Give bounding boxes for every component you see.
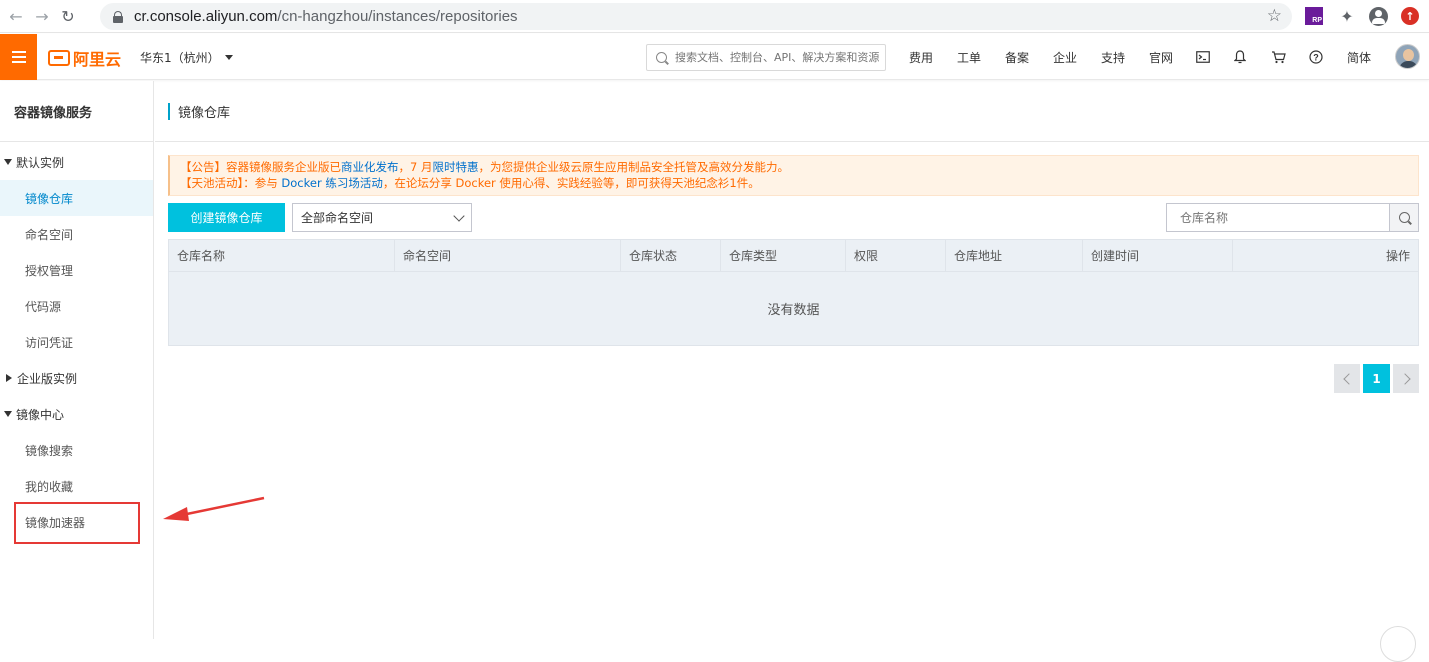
chevron-down-icon — [453, 210, 465, 222]
notice-text: ，7 月 — [398, 160, 433, 174]
sidebar-item-namespaces[interactable]: 命名空间 — [0, 216, 153, 252]
bookmark-star-icon[interactable]: ☆ — [1267, 6, 1282, 26]
page-title: 镜像仓库 — [178, 106, 231, 121]
notice-text: 【公告】容器镜像服务企业版已 — [180, 160, 341, 174]
sidebar-item-favorites[interactable]: 我的收藏 — [0, 468, 153, 504]
sidebar-item-image-search[interactable]: 镜像搜索 — [0, 432, 153, 468]
chevron-right-icon — [1398, 372, 1411, 385]
notice-text: 【天池活动】：参与 — [180, 176, 282, 190]
browser-update-icon[interactable]: ↑ — [1400, 6, 1420, 26]
extension-rp-icon[interactable]: RP — [1304, 6, 1324, 26]
sidebar-group-default-instance[interactable]: 默认实例 — [0, 144, 153, 180]
aliyun-logo[interactable]: 阿里云 — [48, 46, 121, 70]
sidebar-group-enterprise-instance[interactable]: 企业版实例 — [0, 360, 153, 396]
page-header: 镜像仓库 — [155, 81, 1429, 142]
caret-down-icon — [4, 159, 12, 165]
chevron-left-icon — [1342, 372, 1355, 385]
console-search-input[interactable] — [675, 51, 885, 64]
user-avatar[interactable] — [1395, 44, 1420, 69]
profile-icon[interactable] — [1368, 6, 1388, 26]
column-header-namespace: 命名空间 — [395, 240, 621, 271]
pagination-next-button[interactable] — [1393, 364, 1419, 393]
sidebar-group-label: 企业版实例 — [17, 371, 78, 386]
language-switch[interactable]: 简体 — [1347, 49, 1371, 66]
top-link-fees[interactable]: 费用 — [909, 49, 933, 66]
sidebar-title: 容器镜像服务 — [0, 81, 153, 142]
sidebar-group-label: 默认实例 — [16, 155, 65, 170]
top-link-support[interactable]: 支持 — [1101, 49, 1125, 66]
column-header-repo-name: 仓库名称 — [169, 240, 395, 271]
url-path: /cn-hangzhou/instances/repositories — [277, 8, 518, 25]
logo-text: 阿里云 — [73, 50, 122, 69]
sidebar-item-access-credentials[interactable]: 访问凭证 — [0, 324, 153, 360]
svg-text:?: ? — [1313, 53, 1319, 63]
pagination-prev-button[interactable] — [1334, 364, 1360, 393]
notice-link-limited-offer[interactable]: 限时特惠 — [432, 160, 478, 174]
forward-icon[interactable]: → — [29, 3, 55, 29]
repository-search-input[interactable] — [1167, 204, 1389, 231]
sidebar: 容器镜像服务 默认实例 镜像仓库 命名空间 授权管理 代码源 访问凭证 企业版实… — [0, 81, 154, 639]
lock-icon — [113, 10, 123, 23]
notice-link-commercial-release[interactable]: 商业化发布 — [341, 160, 399, 174]
top-link-tickets[interactable]: 工单 — [957, 49, 981, 66]
caret-down-icon[interactable] — [225, 55, 233, 60]
annotation-highlight-box — [14, 502, 140, 544]
column-header-actions: 操作 — [1385, 249, 1410, 263]
notice-text: ，为您提供企业级云原生应用制品安全托管及高效分发能力。 — [478, 160, 789, 174]
repository-search[interactable] — [1166, 203, 1419, 232]
create-repository-button[interactable]: 创建镜像仓库 — [168, 203, 285, 232]
column-header-permission: 权限 — [846, 240, 946, 271]
sidebar-item-code-source[interactable]: 代码源 — [0, 288, 153, 324]
top-link-website[interactable]: 官网 — [1149, 49, 1173, 66]
floating-help-widget[interactable] — [1380, 626, 1416, 662]
top-link-enterprise[interactable]: 企业 — [1053, 49, 1077, 66]
console-topbar: 阿里云 华东1（杭州） 费用 工单 备案 企业 支持 官网 ? 简体 — [0, 34, 1429, 80]
namespace-select-value: 全部命名空间 — [301, 211, 374, 225]
pagination-page-current[interactable]: 1 — [1363, 364, 1390, 393]
reload-icon[interactable]: ↻ — [55, 3, 81, 29]
column-header-type: 仓库类型 — [721, 240, 846, 271]
extensions-puzzle-icon[interactable]: ✦ — [1337, 6, 1357, 26]
caret-down-icon — [4, 411, 12, 417]
aliyun-logo-icon — [48, 50, 70, 66]
url-host: cr.console.aliyun.com — [134, 8, 278, 25]
column-header-address: 仓库地址 — [946, 240, 1083, 271]
sidebar-group-image-center[interactable]: 镜像中心 — [0, 396, 153, 432]
top-link-icp[interactable]: 备案 — [1005, 49, 1029, 66]
bell-icon[interactable] — [1232, 49, 1248, 65]
sidebar-group-label: 镜像中心 — [16, 407, 65, 422]
notice-text: ，在论坛分享 Docker 使用心得、实践经验等，即可获得天池纪念衫1件。 — [382, 176, 760, 190]
column-header-status: 仓库状态 — [621, 240, 721, 271]
announcement-line-1: 【公告】容器镜像服务企业版已商业化发布，7 月限时特惠，为您提供企业级云原生应用… — [180, 159, 1408, 175]
cart-icon[interactable] — [1270, 49, 1286, 65]
repositories-table: 仓库名称 命名空间 仓库状态 仓库类型 权限 仓库地址 创建时间 操作 没有数据 — [168, 239, 1419, 346]
console-search[interactable] — [646, 44, 886, 71]
help-icon[interactable]: ? — [1308, 49, 1324, 65]
namespace-select[interactable]: 全部命名空间 — [292, 203, 472, 232]
notice-link-docker-activity[interactable]: Docker 练习场活动 — [281, 176, 382, 190]
sidebar-item-repositories[interactable]: 镜像仓库 — [0, 180, 153, 216]
back-icon[interactable]: ← — [3, 3, 29, 29]
region-selector[interactable]: 华东1（杭州） — [140, 49, 220, 66]
search-icon — [656, 52, 667, 63]
repository-search-button[interactable] — [1389, 204, 1418, 231]
table-header: 仓库名称 命名空间 仓库状态 仓库类型 权限 仓库地址 创建时间 操作 — [168, 239, 1419, 272]
announcement-banner: 【公告】容器镜像服务企业版已商业化发布，7 月限时特惠，为您提供企业级云原生应用… — [168, 155, 1419, 196]
terminal-icon[interactable] — [1195, 49, 1211, 65]
announcement-line-2: 【天池活动】：参与 Docker 练习场活动，在论坛分享 Docker 使用心得… — [180, 175, 1408, 191]
table-empty-state: 没有数据 — [168, 272, 1419, 346]
browser-toolbar: ← → ↻ cr.console.aliyun.com/cn-hangzhou/… — [0, 0, 1429, 33]
menu-icon[interactable] — [0, 34, 37, 80]
sidebar-item-authorization[interactable]: 授权管理 — [0, 252, 153, 288]
address-bar[interactable]: cr.console.aliyun.com/cn-hangzhou/instan… — [100, 3, 1292, 30]
column-header-created-time: 创建时间 — [1083, 240, 1233, 271]
title-accent-bar — [168, 103, 170, 120]
annotation-arrow — [163, 496, 265, 521]
caret-right-icon — [6, 374, 12, 382]
search-icon — [1398, 212, 1410, 223]
